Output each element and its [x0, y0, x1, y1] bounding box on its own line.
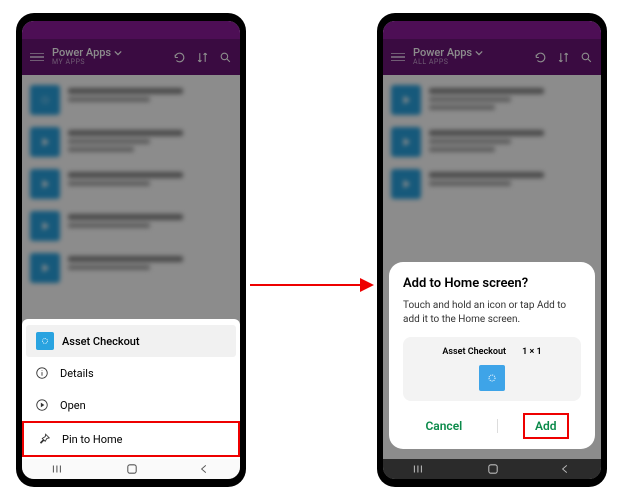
play-icon — [34, 397, 50, 413]
dialog-message: Touch and hold an icon or tap Add to add… — [403, 299, 581, 327]
context-menu-sheet: Asset Checkout Details Open Pin to Home — [22, 319, 240, 459]
recents-button[interactable] — [413, 463, 427, 475]
add-button[interactable]: Add — [523, 413, 569, 439]
open-row[interactable]: Open — [22, 389, 240, 421]
dialog-title: Add to Home screen? — [403, 276, 581, 291]
home-button[interactable] — [125, 462, 139, 476]
cancel-button[interactable]: Cancel — [415, 415, 472, 437]
phone-right: Power Apps ALL APPS Add to Home s — [377, 13, 607, 487]
pin-label: Pin to Home — [62, 433, 123, 446]
flow-arrow — [250, 278, 374, 282]
pin-to-home-row[interactable]: Pin to Home — [22, 421, 240, 457]
details-label: Details — [60, 367, 94, 380]
app-tile-icon — [36, 332, 54, 350]
phone-left: Power Apps MY APPS — [16, 13, 246, 487]
sheet-header: Asset Checkout — [26, 325, 236, 357]
preview-size: 1 × 1 — [522, 347, 542, 357]
add-to-home-dialog: Add to Home screen? Touch and hold an ic… — [389, 262, 595, 449]
android-nav-bar — [22, 459, 240, 479]
info-icon — [34, 365, 50, 381]
details-row[interactable]: Details — [22, 357, 240, 389]
preview-app-name: Asset Checkout — [442, 347, 506, 357]
recents-button[interactable] — [52, 463, 66, 475]
preview-app-icon — [479, 365, 505, 391]
back-button[interactable] — [198, 463, 210, 475]
action-separator — [497, 419, 498, 433]
sheet-title: Asset Checkout — [62, 335, 140, 348]
open-label: Open — [60, 399, 86, 412]
android-nav-bar — [383, 459, 601, 479]
home-button[interactable] — [486, 462, 500, 476]
back-button[interactable] — [559, 463, 571, 475]
pin-icon — [36, 431, 52, 447]
widget-preview[interactable]: Asset Checkout 1 × 1 — [403, 337, 581, 401]
